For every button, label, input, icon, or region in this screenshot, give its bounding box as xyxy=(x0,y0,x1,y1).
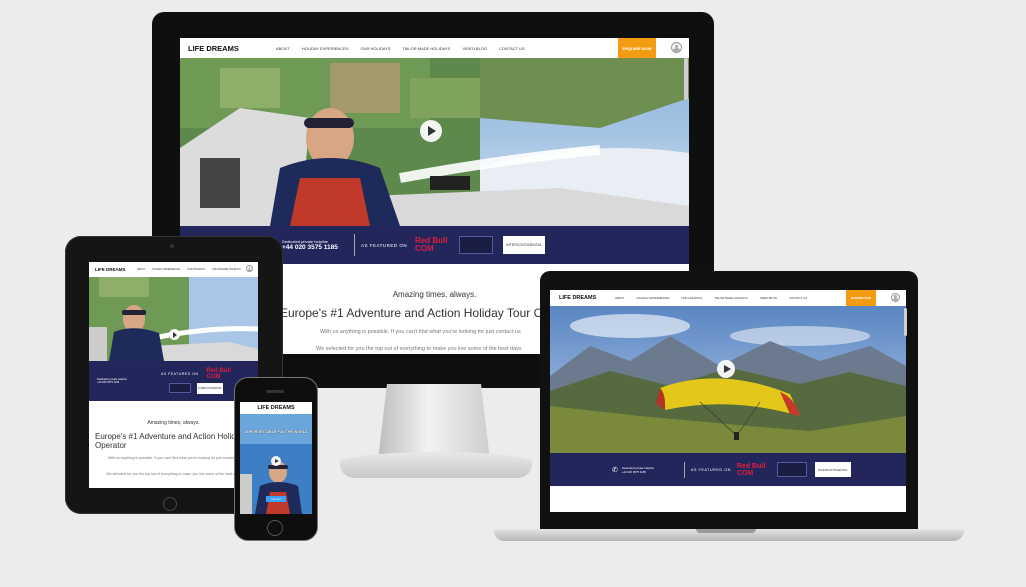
nav-link-our-holidays[interactable]: OUR HOLIDAYS xyxy=(361,46,391,51)
redbull-logo: Red Bull COM xyxy=(415,236,448,253)
nav-links: ABOUT HOLIDAY EXPERIENCES OUR HOLIDAYS T… xyxy=(615,296,819,300)
partner-logo-dark xyxy=(168,383,191,393)
partner-logo-dark xyxy=(459,236,493,254)
find-out-button[interactable]: Find Out xyxy=(266,496,286,502)
tablet-screen: LIFE DREAMS ABOUT HOLIDAY EXPERIENCES OU… xyxy=(89,262,258,488)
nav-link-holiday-experiences[interactable]: HOLIDAY EXPERIENCES xyxy=(302,46,349,51)
contact-featured-band: ✆ Dedicated private helpline +44 020 357… xyxy=(550,453,906,486)
laptop-screen: LIFE DREAMS ABOUT HOLIDAY EXPERIENCES OU… xyxy=(550,290,906,512)
site-navbar: LIFE DREAMS ABOUT HOLIDAY EXPERIENCES OU… xyxy=(550,290,906,306)
play-icon xyxy=(173,331,177,338)
hero-mobile[interactable]: UNFORGETTABLE FUN THE WORLD Find Out xyxy=(240,414,312,514)
featured-on-label: AS FEATURED ON xyxy=(690,467,731,472)
nav-link-our-holidays[interactable]: OUR HOLIDAYS xyxy=(187,268,205,271)
hero-video-cockpit[interactable] xyxy=(89,277,258,361)
featured-on-label: AS FEATURED ON xyxy=(361,242,408,248)
helpline[interactable]: Dedicated private helpline +44 020 3575 … xyxy=(282,239,348,251)
desktop-monitor-base xyxy=(340,452,532,478)
intro-paragraph-1: With us anything is possible. If you can… xyxy=(107,456,240,460)
logos-row: INTERCONTINENTAL xyxy=(168,383,223,394)
redbull-logo: Red Bull COM xyxy=(736,462,766,477)
nav-link-our-holidays[interactable]: OUR HOLIDAYS xyxy=(681,296,702,300)
site-navbar: LIFE DREAMS ABOUT HOLIDAY EXPERIENCES OU… xyxy=(180,38,689,58)
helpline-number[interactable]: +44 020 3575 1185 xyxy=(97,381,119,384)
phone-icon: ✆ xyxy=(612,466,618,474)
play-icon xyxy=(274,459,279,463)
nav-link-contact[interactable]: CONTACT US xyxy=(499,46,525,51)
play-video-button[interactable] xyxy=(717,360,735,378)
nav-link-tailor-made[interactable]: TAILOR MADE HOLIDAYS xyxy=(714,296,747,300)
enquire-now-button[interactable]: ENQUIRE NOW xyxy=(618,38,656,58)
redbull-logo: Red Bull COM xyxy=(206,368,231,380)
partner-logo-dark xyxy=(776,462,807,477)
play-video-button[interactable] xyxy=(271,456,281,466)
nav-link-holiday-experiences[interactable]: HOLIDAY EXPERIENCES xyxy=(637,296,670,300)
play-video-button[interactable] xyxy=(169,329,180,340)
mobile-hero-text: UNFORGETTABLE FUN THE WORLD xyxy=(244,430,308,434)
laptop-scrollbar[interactable] xyxy=(904,308,907,336)
nav-link-about[interactable]: ABOUT xyxy=(137,268,145,271)
nav-link-tailor-made[interactable]: TAILOR MADE HOLIDAYS xyxy=(212,268,241,271)
band-divider xyxy=(683,461,685,478)
helpline-number[interactable]: +44 020 3575 1185 xyxy=(282,244,338,251)
hero-image-paraglider xyxy=(550,306,906,453)
site-navbar: LIFE DREAMS ABOUT HOLIDAY EXPERIENCES OU… xyxy=(89,262,258,277)
nav-links: ABOUT HOLIDAY EXPERIENCES OUR HOLIDAYS T… xyxy=(276,46,537,51)
phone-speaker xyxy=(266,390,284,393)
hero-video-cockpit[interactable] xyxy=(180,58,689,226)
desktop-scrollbar[interactable] xyxy=(684,58,688,100)
user-account-icon[interactable] xyxy=(891,293,900,302)
nav-link-about[interactable]: ABOUT xyxy=(615,296,625,300)
intercontinental-logo: INTERCONTINENTAL xyxy=(503,236,545,254)
desktop-monitor-stand xyxy=(378,384,490,460)
nav-link-tailor-made[interactable]: TAILOR MADE HOLIDAYS xyxy=(402,46,450,51)
band-divider xyxy=(354,234,355,256)
play-video-button[interactable] xyxy=(420,120,442,142)
featured-on-label: AS FEATURED ON xyxy=(161,372,199,376)
tablet-camera xyxy=(170,244,174,248)
site-logo[interactable]: LIFE DREAMS xyxy=(188,44,276,53)
contact-featured-band: Dedicated private helpline +44 020 3575 … xyxy=(89,361,258,401)
tagline: Amazing times, always. xyxy=(147,420,200,426)
nav-link-holiday-experiences[interactable]: HOLIDAY EXPERIENCES xyxy=(152,268,180,271)
play-icon xyxy=(723,365,731,373)
site-logo[interactable]: LIFE DREAMS xyxy=(559,295,615,301)
phone-home-button[interactable] xyxy=(267,520,283,536)
nav-links: ABOUT HOLIDAY EXPERIENCES OUR HOLIDAYS T… xyxy=(137,268,248,271)
intro-paragraph-2: We selected for you the top out of every… xyxy=(106,472,241,476)
nav-link-video-blog[interactable]: VIDEO BLOG xyxy=(760,296,777,300)
intercontinental-logo: INTERCONTINENTAL xyxy=(814,462,851,477)
user-account-icon[interactable] xyxy=(246,265,253,272)
featured-logos: AS FEATURED ON Red Bull COM INTERCONTINEN… xyxy=(161,368,231,394)
helpline[interactable]: Dedicated private helpline +44 020 3575 … xyxy=(622,466,678,474)
nav-link-contact[interactable]: CONTACT US xyxy=(789,296,807,300)
site-logo[interactable]: LIFE DREAMS xyxy=(95,267,137,272)
hero-image-pilot-cockpit xyxy=(89,277,258,361)
user-account-icon[interactable] xyxy=(671,42,682,53)
hero-video-paraglider[interactable] xyxy=(550,306,906,453)
tablet-home-button[interactable] xyxy=(163,497,177,511)
featured-row: AS FEATURED ON Red Bull COM xyxy=(161,368,231,380)
site-navbar: LIFE DREAMS xyxy=(240,402,312,414)
site-logo[interactable]: LIFE DREAMS xyxy=(257,405,294,411)
play-icon xyxy=(428,126,436,136)
helpline[interactable]: Dedicated private helpline +44 020 3575 … xyxy=(97,378,151,384)
helpline-number[interactable]: +44 020 3575 1185 xyxy=(622,470,646,474)
intercontinental-logo: INTERCONTINENTAL xyxy=(196,383,223,394)
nav-link-about[interactable]: ABOUT xyxy=(276,46,290,51)
nav-link-video-blog[interactable]: VIDEO BLOG xyxy=(462,46,487,51)
hero-image-pilot-cockpit xyxy=(180,58,689,226)
phone-screen: LIFE DREAMS UNFORGETTABLE FUN THE WORLD … xyxy=(240,402,312,514)
laptop-notch xyxy=(696,529,756,533)
enquire-now-button[interactable]: ENQUIRE NOW xyxy=(846,290,876,306)
